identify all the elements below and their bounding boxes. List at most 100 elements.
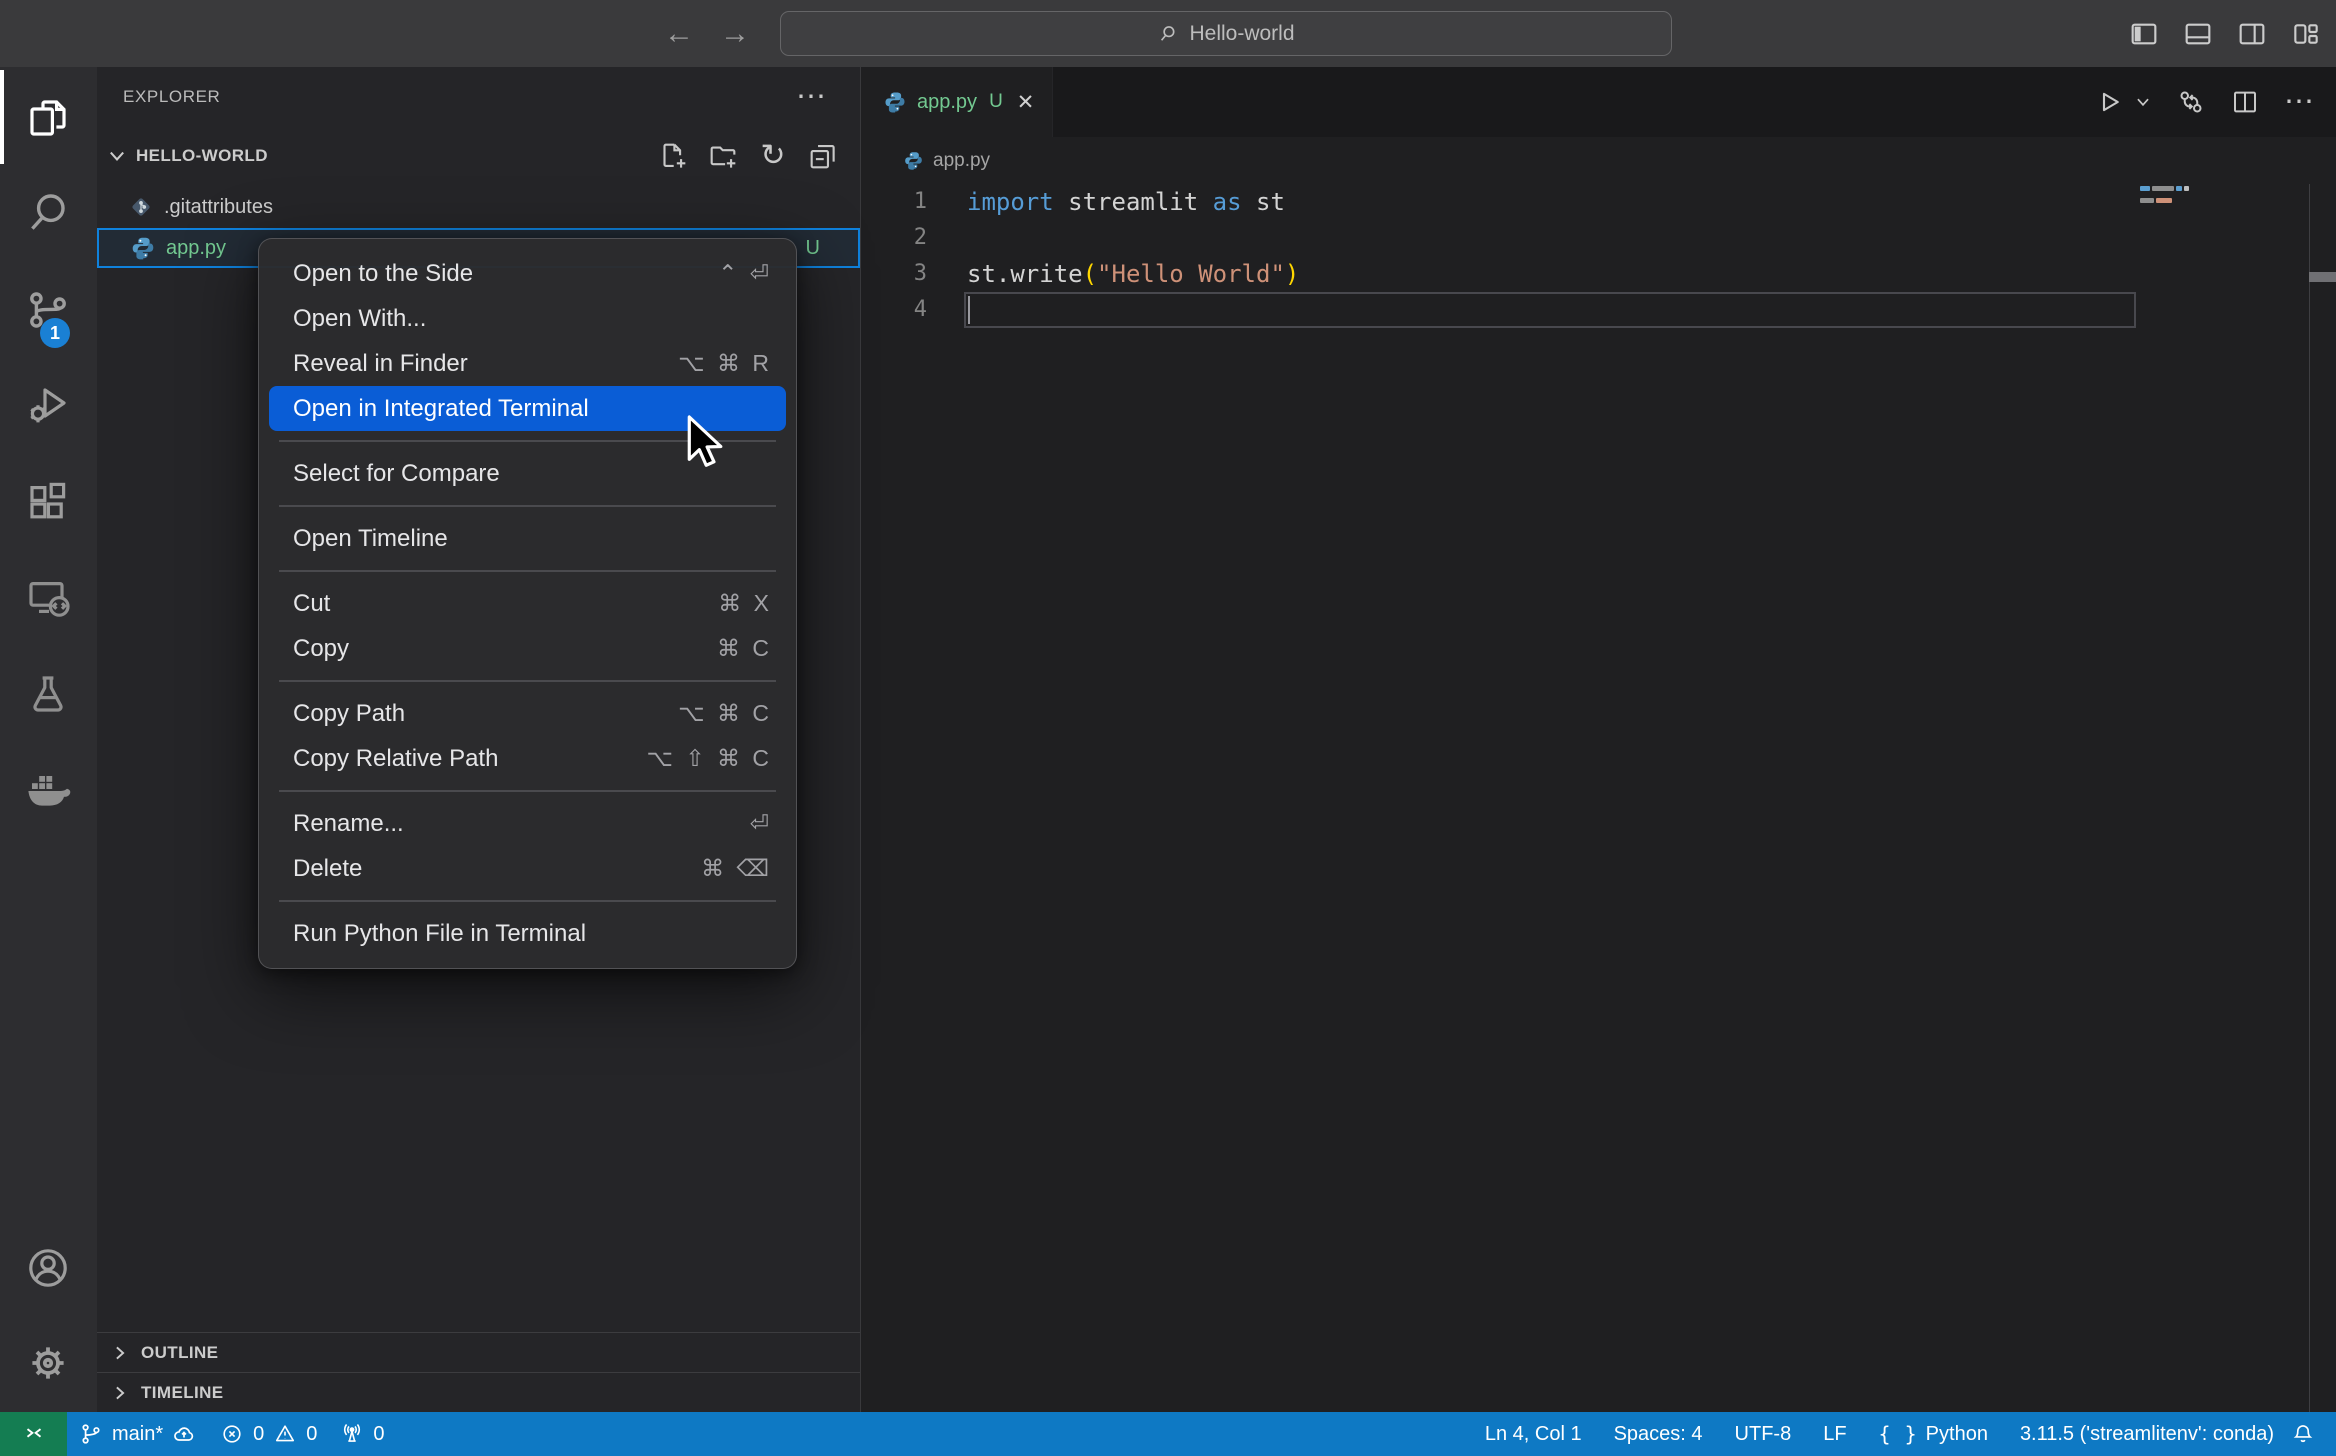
extensions-icon[interactable]	[24, 478, 72, 526]
eol-status[interactable]: LF	[1807, 1412, 1862, 1456]
editor-more-actions-icon[interactable]: ⋯	[2284, 93, 2314, 111]
nav-forward-icon[interactable]: →	[720, 17, 750, 51]
collapse-folders-icon[interactable]	[806, 139, 840, 173]
menu-item-copy-relative-path[interactable]: Copy Relative Path⌥ ⇧ ⌘ C	[269, 736, 786, 781]
toggle-primary-sidebar-icon[interactable]	[2128, 18, 2160, 50]
folder-section-hello-world[interactable]: HELLO-WORLD ↻	[97, 134, 860, 178]
remote-explorer-icon[interactable]	[24, 574, 72, 622]
timeline-section-header[interactable]: TIMELINE	[97, 1372, 860, 1412]
menu-item-reveal-in-finder[interactable]: Reveal in Finder⌥ ⌘ R	[269, 341, 786, 386]
remote-indicator[interactable]	[0, 1412, 67, 1456]
docker-icon[interactable]	[24, 766, 72, 814]
menu-item-open-in-integrated-terminal[interactable]: Open in Integrated Terminal	[269, 386, 786, 431]
tab-app-py[interactable]: app.py U ✕	[861, 67, 1053, 137]
code-line-1: 1 import streamlit as st	[861, 184, 2336, 220]
outline-section-header[interactable]: OUTLINE	[97, 1332, 860, 1372]
tab-close-icon[interactable]: ✕	[1017, 90, 1035, 115]
git-branch-icon	[78, 1421, 104, 1447]
tab-strip: app.py U ✕ ⋯	[861, 67, 2336, 137]
braces-icon: { }	[1879, 1422, 1918, 1446]
git-untracked-badge: U	[806, 237, 820, 260]
code-line-2: 2	[861, 220, 2336, 256]
python-file-icon	[130, 235, 156, 261]
menu-item-select-for-compare[interactable]: Select for Compare	[269, 451, 786, 496]
active-view-indicator	[0, 70, 4, 164]
ports-count: 0	[373, 1423, 384, 1446]
nav-back-icon[interactable]: ←	[664, 17, 694, 51]
menu-item-delete[interactable]: Delete⌘ ⌫	[269, 846, 786, 891]
testing-icon[interactable]	[24, 670, 72, 718]
explorer-more-actions-icon[interactable]: ⋯	[796, 87, 826, 107]
new-file-icon[interactable]	[656, 139, 690, 173]
outline-label: OUTLINE	[141, 1343, 218, 1363]
overview-ruler[interactable]	[2309, 184, 2336, 1412]
menu-item-open-timeline[interactable]: Open Timeline	[269, 516, 786, 561]
toggle-secondary-sidebar-icon[interactable]	[2236, 18, 2268, 50]
file-row-gitattributes[interactable]: .gitattributes	[97, 186, 860, 228]
branch-name: main*	[112, 1423, 163, 1446]
menu-item-cut[interactable]: Cut⌘ X	[269, 581, 786, 626]
settings-gear-icon[interactable]	[24, 1339, 72, 1387]
explorer-icon[interactable]	[24, 94, 72, 142]
git-branch-status[interactable]: main*	[67, 1412, 208, 1456]
code-area[interactable]: 1 import streamlit as st 2 3 st.write("H…	[861, 184, 2336, 328]
overview-ruler-cursor-mark	[2309, 272, 2336, 282]
problems-status[interactable]: 0 0	[208, 1412, 328, 1456]
indentation-status[interactable]: Spaces: 4	[1598, 1412, 1719, 1456]
run-dropdown-chevron-icon[interactable]	[2134, 93, 2152, 111]
file-name: .gitattributes	[164, 196, 273, 219]
new-folder-icon[interactable]	[706, 139, 740, 173]
menu-separator	[279, 680, 776, 682]
open-changes-icon[interactable]	[2176, 87, 2206, 117]
menu-item-rename[interactable]: Rename...⏎	[269, 801, 786, 846]
search-icon	[1157, 23, 1179, 45]
breadcrumb[interactable]: app.py	[861, 137, 2336, 184]
ports-status[interactable]: 0	[328, 1412, 395, 1456]
run-python-file-icon[interactable]	[2094, 87, 2124, 117]
refresh-icon[interactable]: ↻	[756, 139, 790, 173]
chevron-right-icon	[110, 1383, 130, 1403]
tab-label: app.py	[917, 91, 977, 114]
menu-separator	[279, 900, 776, 902]
code-line-3: 3 st.write("Hello World")	[861, 256, 2336, 292]
notifications-bell-icon[interactable]	[2290, 1421, 2316, 1447]
vscode-window: ← → Hello-world 1 EXPLORER ⋯	[0, 0, 2336, 1456]
menu-item-run-python-file-in-terminal[interactable]: Run Python File in Terminal	[269, 911, 786, 956]
radio-tower-icon	[339, 1421, 365, 1447]
menu-item-copy[interactable]: Copy⌘ C	[269, 626, 786, 671]
toggle-panel-icon[interactable]	[2182, 18, 2214, 50]
encoding-status[interactable]: UTF-8	[1719, 1412, 1808, 1456]
accounts-icon[interactable]	[24, 1244, 72, 1292]
command-center-text: Hello-world	[1189, 22, 1294, 46]
menu-separator	[279, 790, 776, 792]
command-center-search[interactable]: Hello-world	[780, 11, 1672, 56]
menu-separator	[279, 440, 776, 442]
menu-separator	[279, 505, 776, 507]
git-file-icon	[128, 194, 154, 220]
editor-group: app.py U ✕ ⋯ app.py 1 import streamlit a…	[861, 67, 2336, 1412]
run-debug-icon[interactable]	[24, 381, 72, 429]
menu-item-open-to-the-side[interactable]: Open to the Side⌃ ⏎	[269, 251, 786, 296]
tab-untracked-badge: U	[989, 91, 1003, 113]
customize-layout-icon[interactable]	[2290, 18, 2322, 50]
folder-name: HELLO-WORLD	[136, 146, 268, 166]
python-file-icon	[883, 90, 907, 114]
menu-separator	[279, 570, 776, 572]
menu-item-copy-path[interactable]: Copy Path⌥ ⌘ C	[269, 691, 786, 736]
error-count: 0	[253, 1423, 264, 1446]
split-editor-icon[interactable]	[2230, 87, 2260, 117]
sidebar-title: EXPLORER	[123, 87, 220, 107]
search-view-icon[interactable]	[24, 189, 72, 237]
cursor-position-status[interactable]: Ln 4, Col 1	[1469, 1412, 1598, 1456]
code-line-4: 4	[861, 292, 2336, 328]
chevron-right-icon	[110, 1343, 130, 1363]
sync-cloud-icon	[171, 1421, 197, 1447]
menu-item-open-with[interactable]: Open With...	[269, 296, 786, 341]
minimap[interactable]	[2140, 186, 2189, 210]
language-mode-status[interactable]: { } Python	[1863, 1412, 2004, 1456]
activity-bar: 1	[0, 67, 97, 1412]
warning-count: 0	[306, 1423, 317, 1446]
breadcrumb-file: app.py	[933, 150, 990, 172]
context-menu: Open to the Side⌃ ⏎ Open With... Reveal …	[258, 238, 797, 969]
python-interpreter-status[interactable]: 3.11.5 ('streamlitenv': conda)	[2004, 1412, 2290, 1456]
